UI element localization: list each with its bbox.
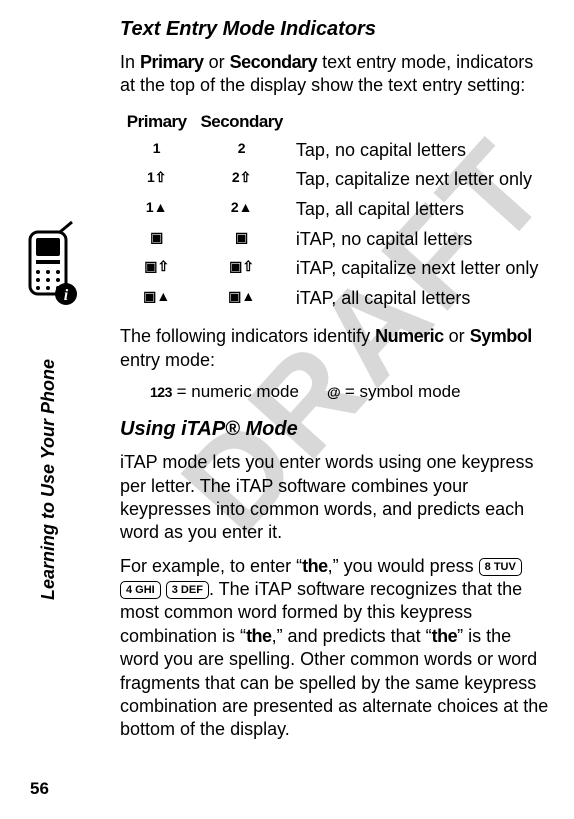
col-primary: Primary xyxy=(120,108,193,136)
cell-secondary: ▣ xyxy=(193,225,290,255)
indicators-table: Primary Secondary 12Tap, no capital lett… xyxy=(120,108,550,314)
cell-desc: iTAP, all capital letters xyxy=(290,284,550,314)
cell-primary: ▣⇧ xyxy=(120,254,193,284)
col-secondary: Secondary xyxy=(193,108,290,136)
heading-using-itap: Using iTAP® Mode xyxy=(120,418,550,441)
cell-desc: iTAP, no capital letters xyxy=(290,225,550,255)
cell-secondary: ▣▲ xyxy=(193,284,290,314)
cell-secondary: 2▲ xyxy=(193,195,290,225)
section-running-head: Learning to Use Your Phone xyxy=(38,359,59,600)
text: or xyxy=(204,52,230,72)
text: For example, to enter “ xyxy=(120,556,302,576)
page-number: 56 xyxy=(30,779,49,799)
table-row: ▣▣iTAP, no capital letters xyxy=(120,225,550,255)
table-row: 1▲2▲Tap, all capital letters xyxy=(120,195,550,225)
text: or xyxy=(444,326,470,346)
table-row: ▣▲▣▲iTAP, all capital letters xyxy=(120,284,550,314)
cell-desc: Tap, capitalize next letter only xyxy=(290,165,550,195)
cell-primary: 1▲ xyxy=(120,195,193,225)
svg-text:i: i xyxy=(64,287,69,304)
cell-desc: iTAP, capitalize next letter only xyxy=(290,254,550,284)
itap-paragraph-1: iTAP mode lets you enter words using one… xyxy=(120,451,550,545)
word-the: the xyxy=(246,626,272,646)
keycap-8: 8 TUV xyxy=(479,558,522,576)
text: entry mode: xyxy=(120,350,215,370)
keycap-3: 3 DEF xyxy=(166,581,209,599)
cell-secondary: 2 xyxy=(193,136,290,166)
intro-paragraph: In Primary or Secondary text entry mode,… xyxy=(120,51,550,98)
term-symbol: Symbol xyxy=(470,326,532,346)
word-the: the xyxy=(432,626,458,646)
table-row: ▣⇧▣⇧iTAP, capitalize next letter only xyxy=(120,254,550,284)
cell-desc: Tap, no capital letters xyxy=(290,136,550,166)
heading-text-entry-indicators: Text Entry Mode Indicators xyxy=(120,18,550,41)
itap-paragraph-2: For example, to enter “the,” you would p… xyxy=(120,555,550,742)
symbol-desc: = symbol mode xyxy=(340,382,460,401)
cell-secondary: ▣⇧ xyxy=(193,254,290,284)
term-primary: Primary xyxy=(140,52,204,72)
after-table-paragraph: The following indicators identify Numeri… xyxy=(120,325,550,372)
keycap-4: 4 GHI xyxy=(120,581,161,599)
text: The following indicators identify xyxy=(120,326,375,346)
text: In xyxy=(120,52,140,72)
page: DRAFT i Learning to Use Your Phone 56 Te… xyxy=(0,0,574,819)
table-row: 12Tap, no capital letters xyxy=(120,136,550,166)
phone-icon: i xyxy=(26,220,84,308)
cell-primary: ▣▲ xyxy=(120,284,193,314)
text: ,” you would press xyxy=(328,556,479,576)
cell-desc: Tap, all capital letters xyxy=(290,195,550,225)
legend-numeric: 123 = numeric mode xyxy=(150,382,299,402)
term-numeric: Numeric xyxy=(375,326,444,346)
col-description xyxy=(290,108,550,136)
phone-illustration: i xyxy=(26,220,84,313)
word-the: the xyxy=(302,556,328,576)
main-content: Text Entry Mode Indicators In Primary or… xyxy=(120,18,550,752)
term-secondary: Secondary xyxy=(230,52,318,72)
numeric-desc: = numeric mode xyxy=(172,382,299,401)
cell-secondary: 2⇧ xyxy=(193,165,290,195)
text: ,” and predicts that “ xyxy=(272,626,432,646)
legend-symbol: @ = symbol mode xyxy=(327,382,461,402)
numeric-symbol: 123 xyxy=(150,384,172,400)
cell-primary: 1 xyxy=(120,136,193,166)
cell-primary: ▣ xyxy=(120,225,193,255)
table-row: 1⇧2⇧Tap, capitalize next letter only xyxy=(120,165,550,195)
symbol-symbol: @ xyxy=(327,384,340,400)
mode-legend: 123 = numeric mode @ = symbol mode xyxy=(150,382,550,402)
cell-primary: 1⇧ xyxy=(120,165,193,195)
